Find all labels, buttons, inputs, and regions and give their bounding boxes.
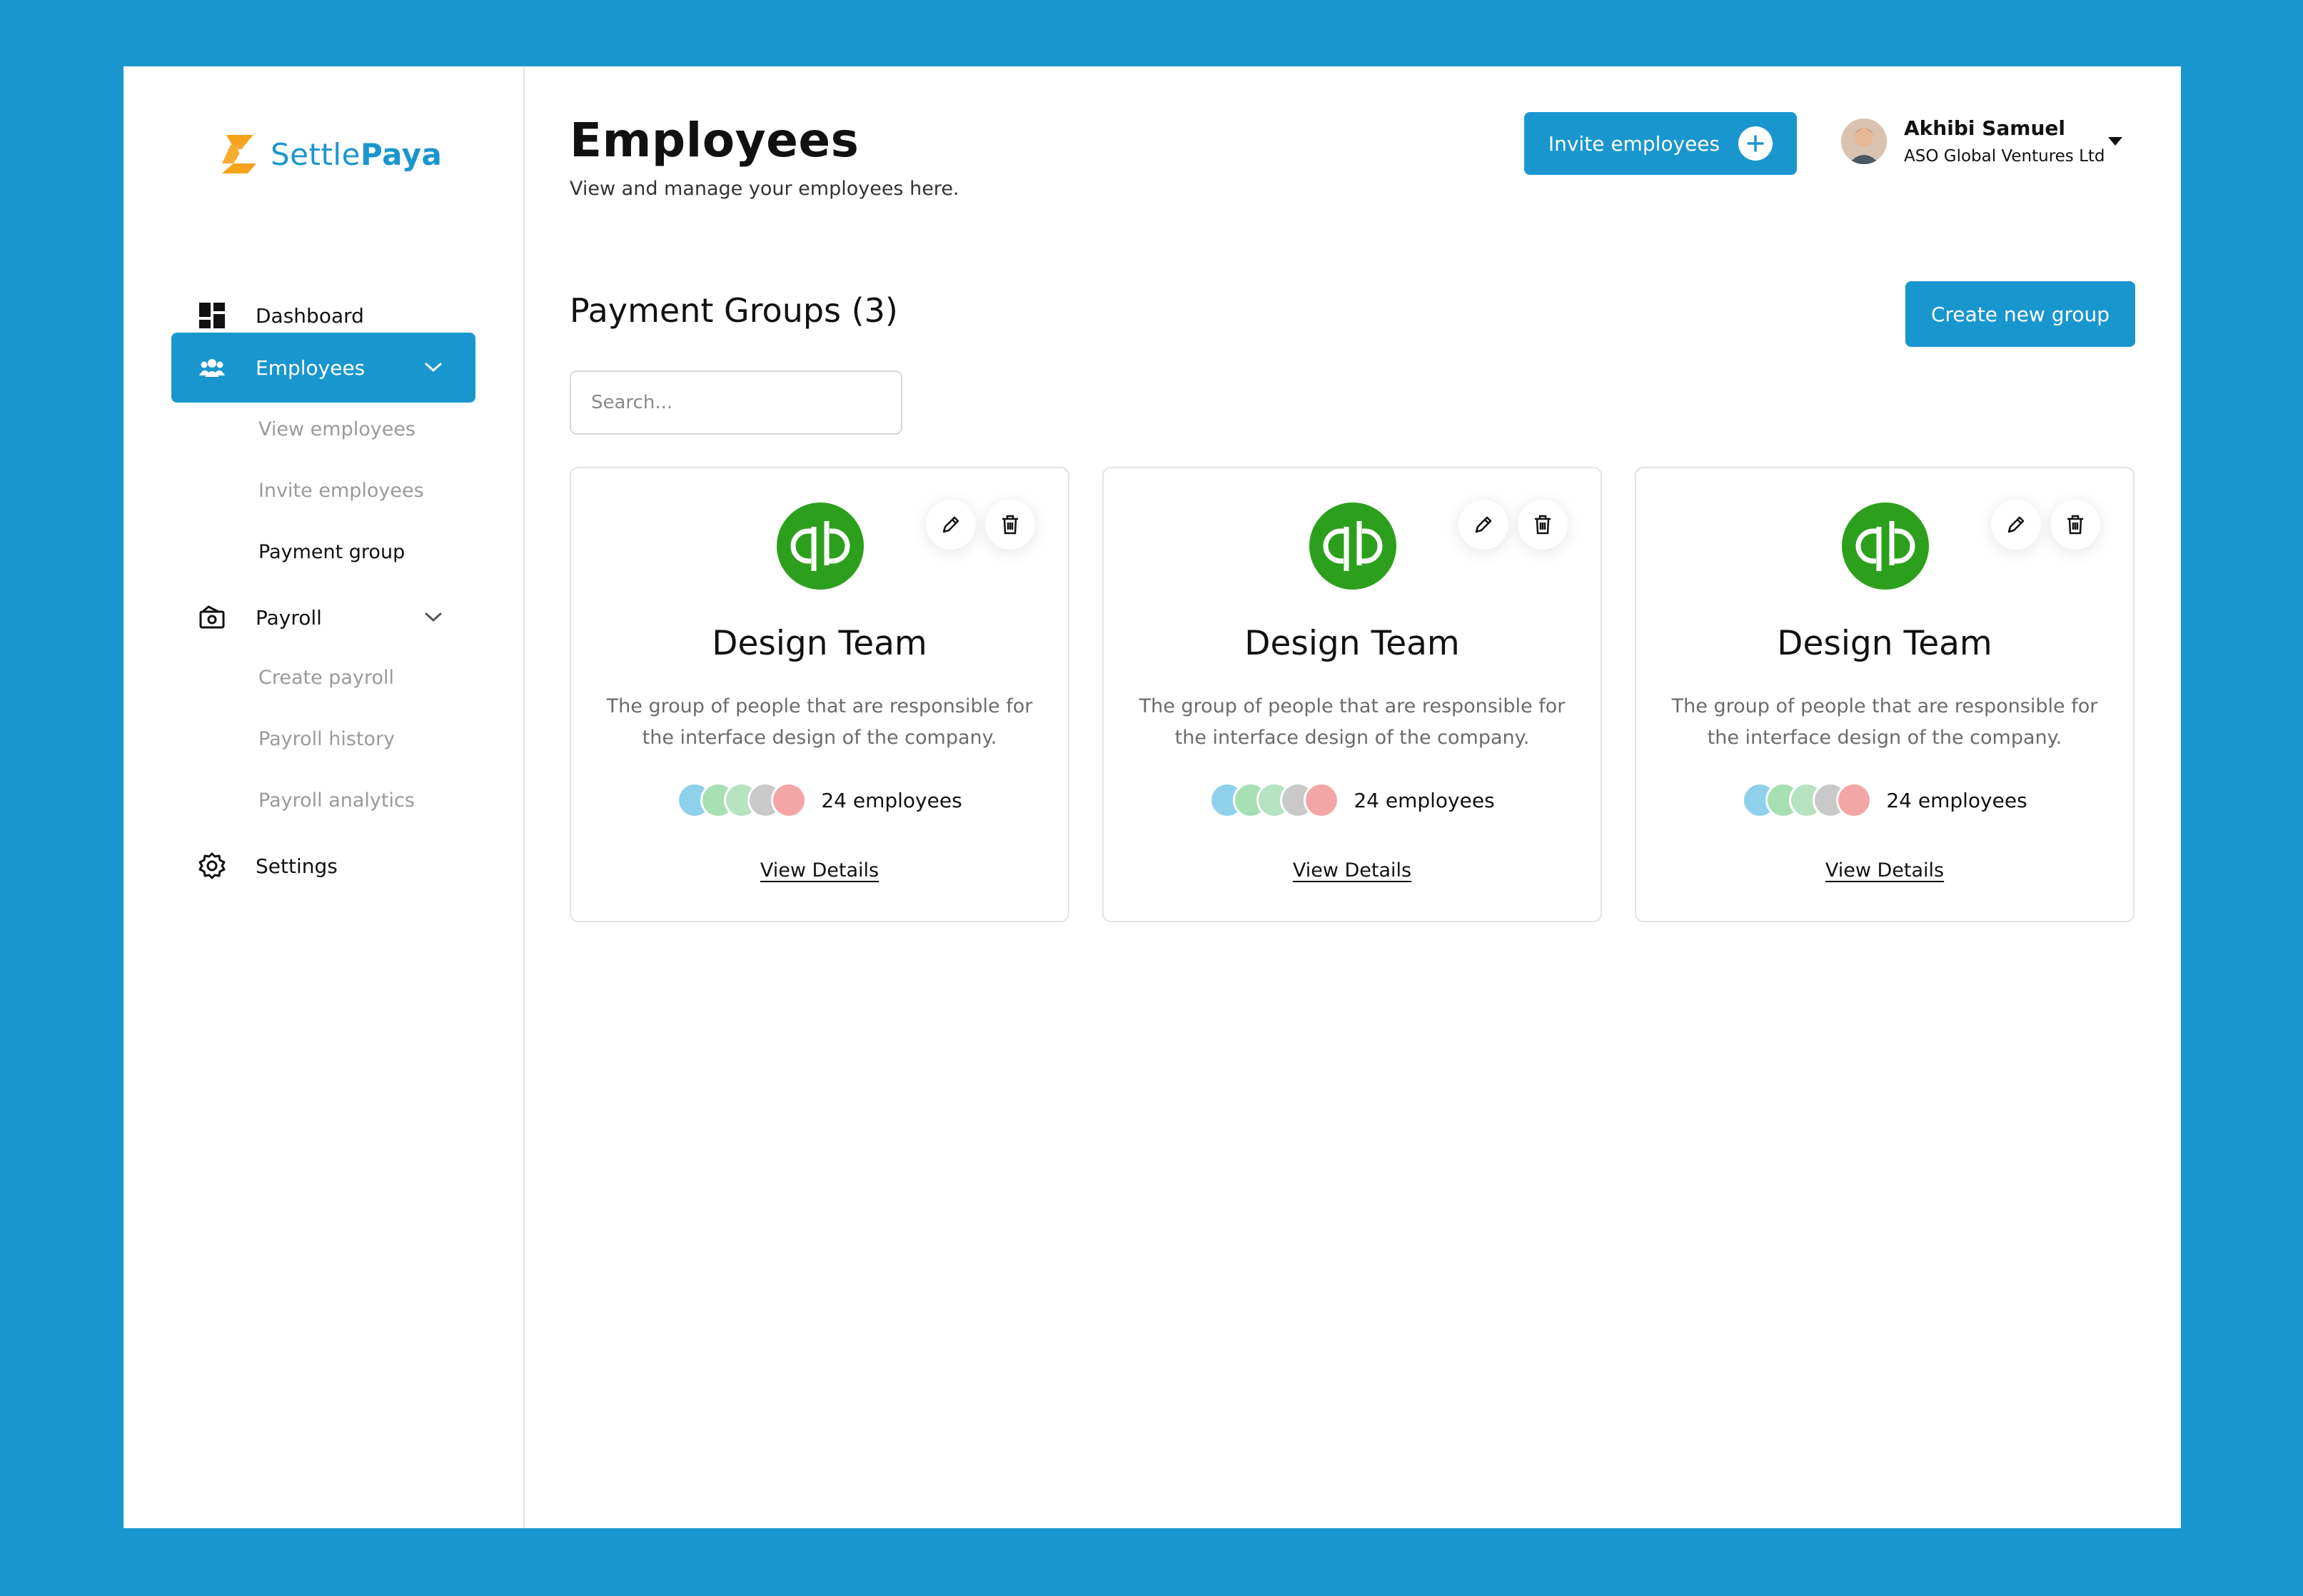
sidebar-subitem-payroll-history[interactable]: Payroll history <box>258 728 395 750</box>
sidebar: SettlePaya Dashboard Employees View empl… <box>124 66 525 1528</box>
quickbooks-logo-icon <box>1842 502 1929 590</box>
sidebar-item-settings[interactable]: Settings <box>171 831 475 901</box>
delete-group-button[interactable] <box>1518 500 1568 550</box>
users-icon <box>197 353 227 383</box>
view-details-link[interactable]: View Details <box>1104 859 1601 882</box>
view-details-link[interactable]: View Details <box>571 859 1068 882</box>
payment-groups-title: Payment Groups (3) <box>570 291 898 330</box>
group-members: 24 employees <box>571 782 1068 818</box>
user-org: ASO Global Ventures Ltd <box>1904 147 2105 166</box>
sidebar-subitem-invite-employees[interactable]: Invite employees <box>258 480 424 502</box>
pencil-icon <box>942 516 959 533</box>
group-description: The group of people that are responsible… <box>1139 695 1566 749</box>
pencil-icon <box>2007 516 2025 533</box>
members-count: 24 employees <box>821 788 962 812</box>
brand-name-part1: Settle <box>271 136 361 172</box>
brand-logo[interactable]: SettlePaya <box>216 131 442 178</box>
sidebar-item-label: Employees <box>256 355 366 380</box>
brand-name: SettlePaya <box>271 137 442 172</box>
edit-group-button[interactable] <box>1991 500 2041 550</box>
group-name: Design Team <box>712 624 927 663</box>
chevron-down-icon[interactable] <box>424 362 443 373</box>
invite-employees-label: Invite employees <box>1548 131 1720 156</box>
caret-down-icon[interactable] <box>2107 136 2123 146</box>
search-input[interactable] <box>570 370 902 435</box>
sidebar-subitem-payroll-analytics[interactable]: Payroll analytics <box>258 789 415 812</box>
sidebar-subitem-payment-group[interactable]: Payment group <box>258 541 405 563</box>
member-avatars <box>1209 782 1340 818</box>
group-members: 24 employees <box>1636 782 2133 818</box>
brand-name-part2: Paya <box>360 136 443 172</box>
sidebar-item-label: Settings <box>256 854 338 878</box>
page-title: Employees <box>570 113 860 168</box>
sidebar-item-employees[interactable]: Employees <box>171 333 475 403</box>
payroll-cash-icon <box>197 602 227 632</box>
sidebar-item-label: Payroll <box>256 605 322 630</box>
group-description: The group of people that are responsible… <box>606 695 1033 749</box>
delete-group-button[interactable] <box>2050 500 2100 550</box>
group-description: The group of people that are responsible… <box>1671 695 2098 749</box>
trash-icon <box>1002 515 1018 535</box>
user-name: Akhibi Samuel <box>1904 116 2065 140</box>
quickbooks-logo-icon <box>1309 502 1396 590</box>
chevron-down-icon[interactable] <box>424 612 443 623</box>
quickbooks-logo-icon <box>777 502 864 590</box>
group-members: 24 employees <box>1104 782 1601 818</box>
group-name: Design Team <box>1777 624 1992 663</box>
sidebar-item-label: Dashboard <box>256 303 364 328</box>
pencil-icon <box>1475 516 1492 533</box>
member-avatars <box>677 782 807 818</box>
avatar <box>1304 782 1340 818</box>
main-content: Employees View and manage your employees… <box>523 66 2181 1528</box>
members-count: 24 employees <box>1354 788 1495 812</box>
sidebar-subitem-create-payroll[interactable]: Create payroll <box>258 667 394 689</box>
delete-group-button[interactable] <box>985 500 1035 550</box>
invite-employees-button[interactable]: Invite employees <box>1524 112 1797 175</box>
gear-icon <box>197 851 227 881</box>
trash-icon <box>2067 515 2083 535</box>
user-menu[interactable]: Akhibi Samuel ASO Global Ventures Ltd <box>1841 116 2105 166</box>
view-details-link[interactable]: View Details <box>1636 859 2133 882</box>
edit-group-button[interactable] <box>1458 500 1508 550</box>
sidebar-item-payroll[interactable]: Payroll <box>171 582 475 652</box>
group-name: Design Team <box>1244 624 1460 663</box>
page-subtitle: View and manage your employees here. <box>570 178 959 200</box>
create-new-group-button[interactable]: Create new group <box>1905 281 2135 347</box>
settlepaya-logo-icon <box>222 135 256 173</box>
members-count: 24 employees <box>1886 788 2027 812</box>
avatar <box>1836 782 1873 818</box>
trash-icon <box>1535 515 1551 535</box>
plus-icon <box>1738 126 1773 161</box>
group-card: Design Team The group of people that are… <box>1635 467 2135 922</box>
edit-group-button[interactable] <box>926 500 976 550</box>
app-window: SettlePaya Dashboard Employees View empl… <box>124 66 2181 1528</box>
member-avatars <box>1742 782 1873 818</box>
avatar <box>1841 118 1887 164</box>
dashboard-grid-icon <box>197 300 227 330</box>
group-card: Design Team The group of people that are… <box>1102 467 1602 922</box>
avatar <box>771 782 807 818</box>
group-card: Design Team The group of people that are… <box>570 467 1069 922</box>
sidebar-subitem-view-employees[interactable]: View employees <box>258 418 415 440</box>
